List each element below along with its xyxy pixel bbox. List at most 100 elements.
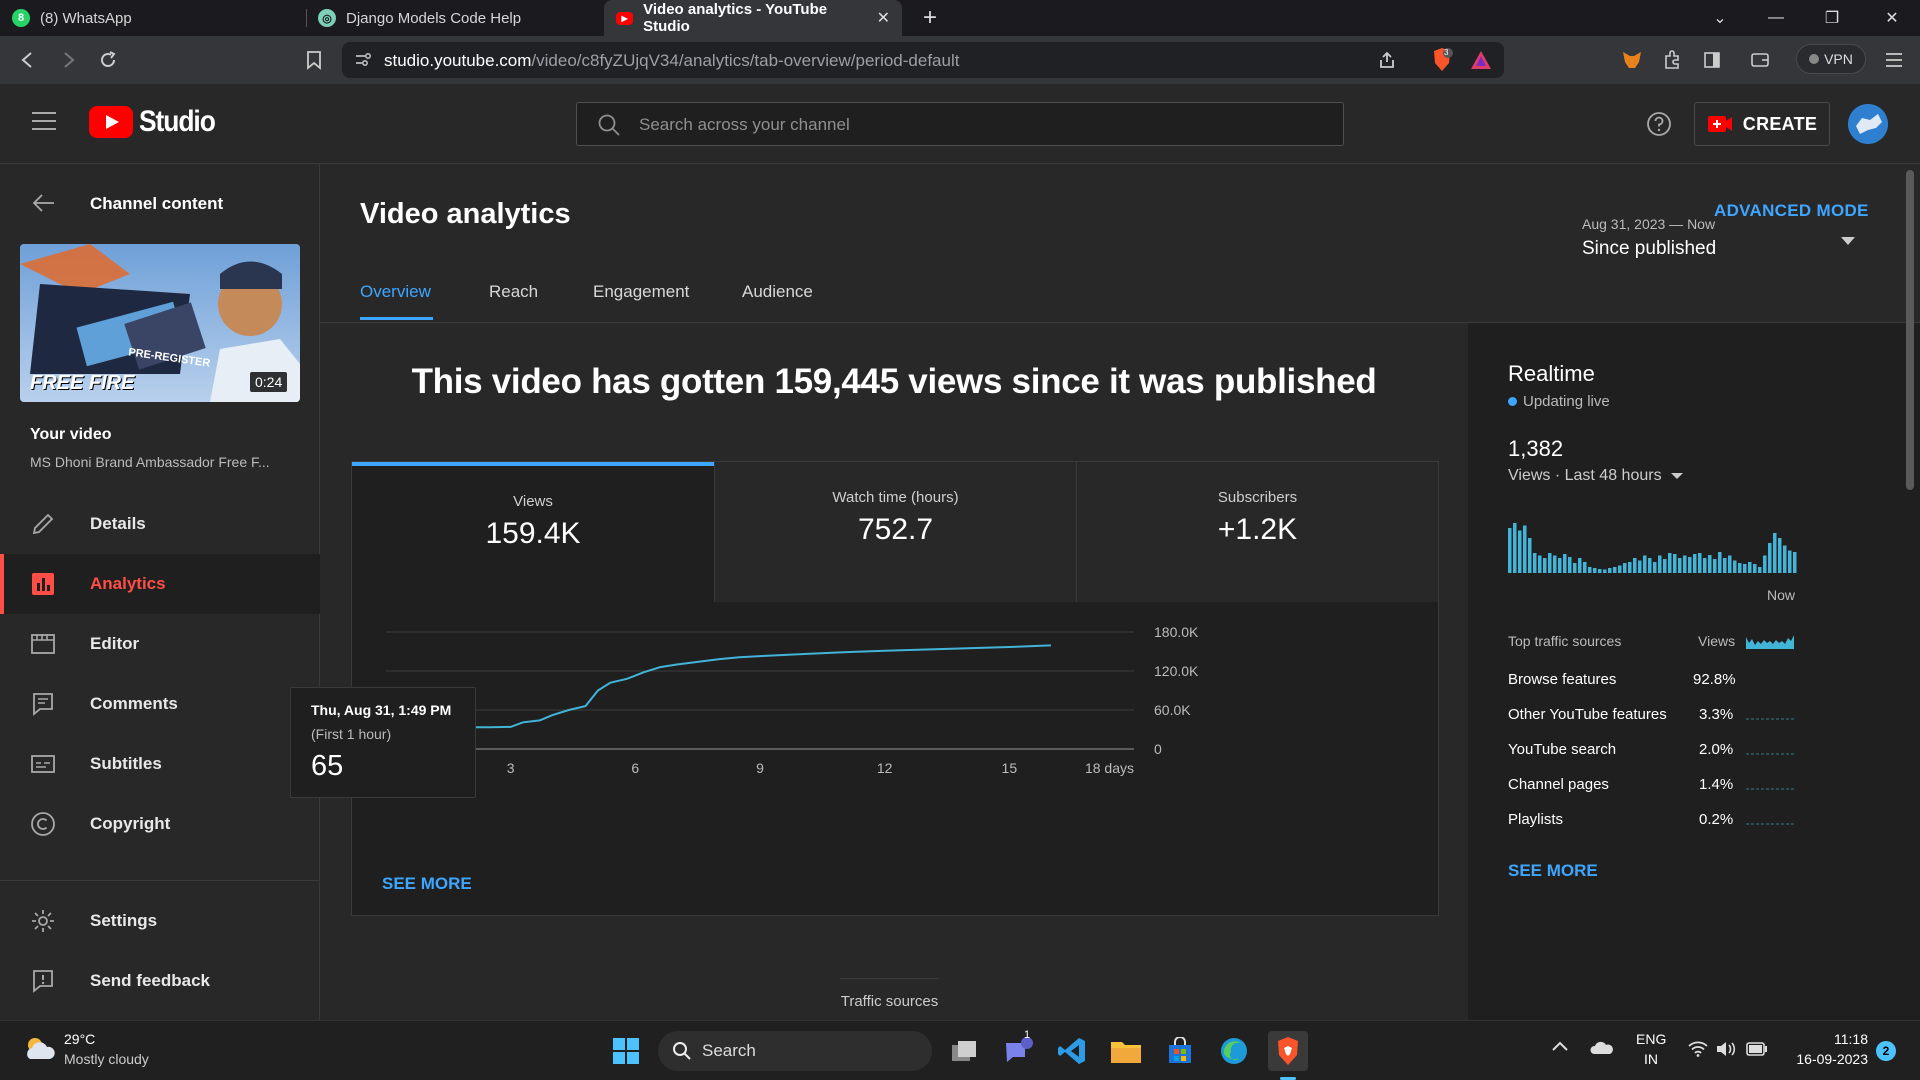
realtime-period-selector[interactable]: Views · Last 48 hours bbox=[1508, 467, 1684, 485]
copyright-icon bbox=[30, 811, 56, 837]
weather-cloud-icon[interactable] bbox=[22, 1035, 56, 1061]
address-bar[interactable]: studio.youtube.com/video/c8fyZUjqV34/ana… bbox=[342, 42, 1504, 78]
realtime-bar bbox=[1578, 558, 1582, 573]
clock-time[interactable]: 11:18 bbox=[1788, 1031, 1868, 1047]
realtime-bar bbox=[1758, 567, 1762, 573]
vscode-icon[interactable] bbox=[1052, 1031, 1092, 1071]
tab-reach[interactable]: Reach bbox=[489, 282, 538, 302]
channel-search-box[interactable] bbox=[576, 102, 1344, 146]
x-tick-label: 9 bbox=[756, 760, 764, 776]
overview-card: Views 159.4K Watch time (hours) 752.7 Su… bbox=[351, 461, 1439, 916]
site-info-icon[interactable] bbox=[354, 52, 372, 68]
metric-subscribers[interactable]: Subscribers +1.2K bbox=[1076, 462, 1438, 602]
realtime-bar bbox=[1538, 555, 1542, 573]
extensions-icon[interactable] bbox=[1660, 48, 1684, 72]
page-scrollbar[interactable] bbox=[1906, 170, 1914, 490]
date-range-selector[interactable]: Aug 31, 2023 — Now Since published bbox=[1582, 202, 1882, 262]
realtime-bar bbox=[1673, 554, 1677, 573]
maximize-button[interactable]: ❐ bbox=[1804, 0, 1860, 36]
studio-logo[interactable]: Studio bbox=[89, 105, 225, 139]
clock-date: 16-09-2023 bbox=[1796, 1051, 1868, 1067]
tab-youtube-studio[interactable]: ▶ Video analytics - YouTube Studio ✕ bbox=[604, 0, 902, 36]
traffic-source-name: Browse features bbox=[1508, 671, 1617, 688]
realtime-card: Realtime Updating live 1,382 Views · Las… bbox=[1488, 343, 1815, 909]
close-window-button[interactable]: ✕ bbox=[1864, 0, 1920, 36]
forward-icon[interactable] bbox=[52, 44, 84, 76]
tab-search-icon[interactable]: ⌄ bbox=[1692, 0, 1748, 36]
sidebar-item-subtitles[interactable]: Subtitles bbox=[0, 734, 320, 794]
edge-icon[interactable] bbox=[1214, 1031, 1254, 1071]
video-title[interactable]: MS Dhoni Brand Ambassador Free F... bbox=[30, 454, 270, 470]
tab-whatsapp[interactable]: 8 (8) WhatsApp bbox=[0, 0, 306, 36]
metamask-icon[interactable] bbox=[1620, 48, 1644, 72]
traffic-views-header: Views bbox=[1698, 633, 1736, 649]
sidebar-item-comments[interactable]: Comments bbox=[0, 674, 320, 734]
hamburger-menu-icon[interactable] bbox=[32, 111, 56, 131]
sidebar-item-settings[interactable]: Settings bbox=[0, 891, 320, 951]
reload-icon[interactable] bbox=[92, 44, 124, 76]
sidebar-item-analytics[interactable]: Analytics bbox=[0, 554, 320, 614]
realtime-bar bbox=[1678, 558, 1682, 573]
tab-title: Django Models Code Help bbox=[346, 9, 522, 27]
taskbar-search[interactable]: Search bbox=[658, 1031, 932, 1071]
battery-icon[interactable] bbox=[1746, 1042, 1768, 1056]
realtime-bar bbox=[1638, 560, 1642, 573]
tab-audience[interactable]: Audience bbox=[742, 282, 813, 302]
vpn-button[interactable]: VPN bbox=[1796, 44, 1866, 74]
share-icon[interactable] bbox=[1378, 51, 1396, 69]
realtime-view-count: 1,382 bbox=[1508, 436, 1564, 461]
realtime-bar bbox=[1553, 555, 1557, 573]
back-arrow-icon[interactable] bbox=[32, 193, 56, 213]
sidebar-item-send-feedback[interactable]: Send feedback bbox=[0, 951, 320, 1011]
windows-start-icon[interactable] bbox=[606, 1031, 646, 1071]
language-indicator[interactable]: ENG bbox=[1636, 1031, 1666, 1047]
close-tab-icon[interactable]: ✕ bbox=[877, 8, 890, 28]
microsoft-store-icon[interactable] bbox=[1160, 1031, 1200, 1071]
sidebar-item-details[interactable]: Details bbox=[0, 494, 320, 554]
brave-taskbar-icon[interactable] bbox=[1268, 1031, 1308, 1071]
task-view-icon[interactable] bbox=[944, 1031, 984, 1071]
tab-engagement[interactable]: Engagement bbox=[593, 282, 689, 302]
bookmark-icon[interactable] bbox=[298, 44, 330, 76]
tab-overview[interactable]: Overview bbox=[360, 282, 431, 302]
see-more-realtime-button[interactable]: SEE MORE bbox=[1508, 861, 1598, 881]
volume-icon[interactable] bbox=[1716, 1041, 1736, 1057]
see-more-views-button[interactable]: SEE MORE bbox=[382, 874, 472, 894]
file-explorer-icon[interactable] bbox=[1106, 1031, 1146, 1071]
caret-down-icon bbox=[1840, 236, 1856, 246]
wifi-icon[interactable] bbox=[1688, 1041, 1708, 1057]
menu-icon[interactable] bbox=[1882, 48, 1906, 72]
new-tab-button[interactable]: + bbox=[918, 4, 942, 32]
notification-badge[interactable]: 2 bbox=[1876, 1041, 1896, 1061]
sidebar-toggle-icon[interactable] bbox=[1700, 48, 1724, 72]
realtime-bar bbox=[1768, 543, 1772, 573]
avatar[interactable] bbox=[1848, 104, 1888, 144]
minimize-button[interactable]: — bbox=[1748, 0, 1804, 36]
wallet-icon[interactable] bbox=[1748, 48, 1772, 72]
back-icon[interactable] bbox=[12, 44, 44, 76]
onedrive-icon[interactable] bbox=[1590, 1039, 1614, 1055]
metric-views[interactable]: Views 159.4K bbox=[352, 462, 714, 602]
brave-rewards-icon[interactable] bbox=[1470, 50, 1492, 70]
period-text: Since published bbox=[1582, 238, 1717, 259]
teams-chat-icon[interactable]: 1 bbox=[998, 1029, 1038, 1071]
channel-content-link[interactable]: Channel content bbox=[90, 194, 223, 214]
search-input[interactable] bbox=[639, 113, 1319, 137]
x-tick-label: 3 bbox=[507, 760, 515, 776]
realtime-bar bbox=[1583, 562, 1587, 573]
metric-watch-time[interactable]: Watch time (hours) 752.7 bbox=[714, 462, 1076, 602]
brave-shields-icon[interactable]: 3 bbox=[1430, 47, 1454, 73]
tab-django[interactable]: ◎ Django Models Code Help bbox=[306, 0, 602, 36]
video-thumbnail[interactable]: FREE FIRE PRE-REGISTER 0:24 bbox=[20, 244, 300, 402]
gear-icon bbox=[30, 908, 56, 934]
sidebar-item-editor[interactable]: Editor bbox=[0, 614, 320, 674]
tooltip-value: 65 bbox=[311, 750, 344, 782]
create-label: CREATE bbox=[1742, 113, 1818, 134]
create-button[interactable]: CREATE bbox=[1694, 102, 1830, 146]
sidebar-item-label: Editor bbox=[90, 634, 140, 653]
traffic-source-value: 92.8% bbox=[1693, 671, 1736, 688]
sidebar-item-copyright[interactable]: Copyright bbox=[0, 794, 320, 854]
tray-overflow-icon[interactable] bbox=[1552, 1041, 1568, 1051]
traffic-source-value: 0.2% bbox=[1699, 811, 1734, 828]
help-icon[interactable] bbox=[1646, 111, 1672, 137]
